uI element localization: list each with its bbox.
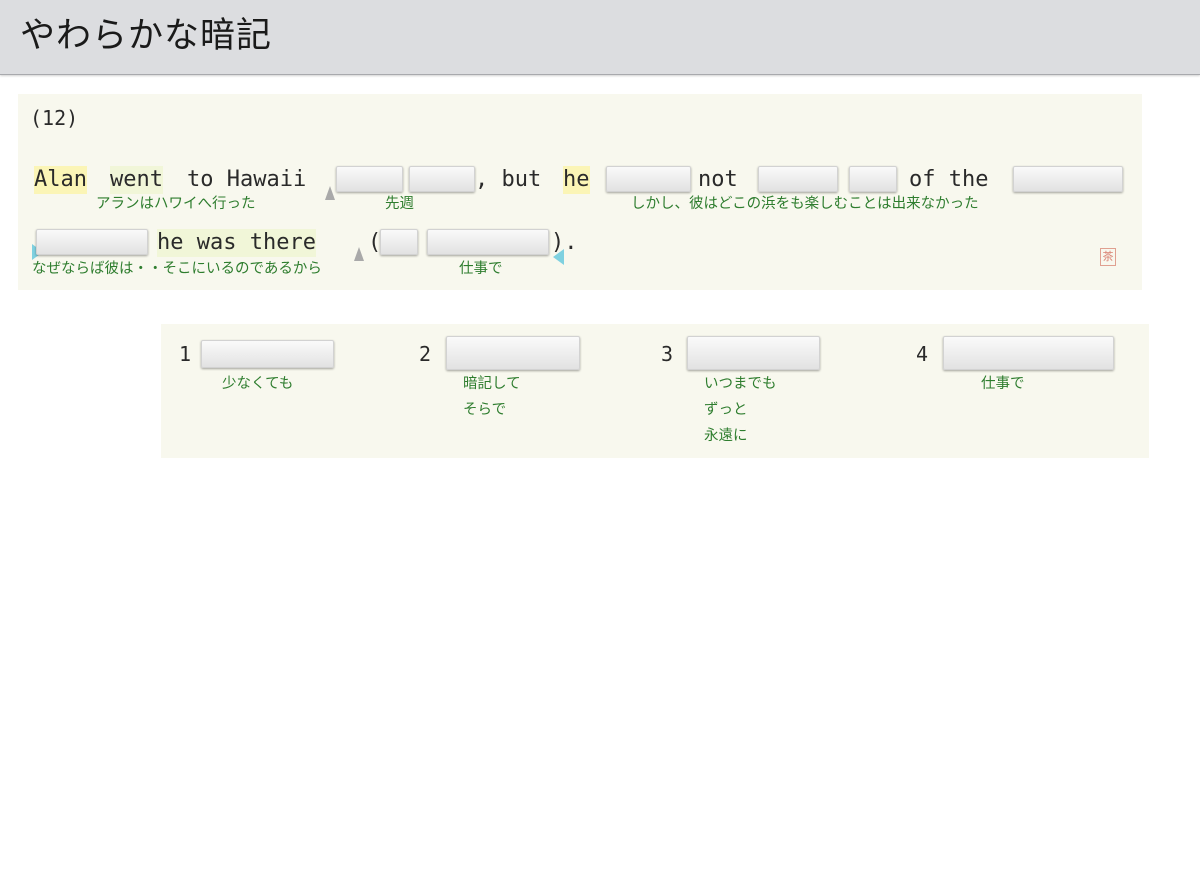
answer-slot-1[interactable] bbox=[201, 340, 334, 368]
gloss-last-week: 先週 bbox=[385, 196, 414, 212]
insert-marker-icon bbox=[325, 186, 335, 200]
word-to-hawaii[interactable]: to Hawaii bbox=[187, 166, 306, 194]
word-he-was-there[interactable]: he was there bbox=[157, 229, 316, 257]
word-of-the[interactable]: of the bbox=[909, 166, 988, 194]
blank-slot-4[interactable] bbox=[758, 166, 838, 192]
answer-number-4: 4 bbox=[916, 342, 929, 366]
word-went[interactable]: went bbox=[110, 166, 163, 194]
answer-panel: 1 少なくても 2 暗記して そらで 3 いつまでも ずっと 永遠に 4 仕事で bbox=[161, 324, 1149, 458]
blank-slot-6[interactable] bbox=[1013, 166, 1123, 192]
answer-slot-3[interactable] bbox=[687, 336, 820, 370]
word-not[interactable]: not bbox=[698, 166, 738, 194]
blank-slot-2[interactable] bbox=[409, 166, 475, 192]
answer-2-option-2: そらで bbox=[463, 402, 507, 418]
range-end-marker-icon bbox=[553, 249, 564, 265]
gloss-alan-went: アランはハワイへ行った bbox=[96, 196, 256, 212]
question-panel: (12) Alan went to Hawaii , but he not of… bbox=[18, 94, 1142, 290]
gloss-because: なぜならば彼は・・そこにいるのであるから bbox=[32, 261, 322, 277]
answer-3-option-1: いつまでも bbox=[704, 376, 777, 392]
answer-number-3: 3 bbox=[661, 342, 674, 366]
answer-3-option-3: 永遠に bbox=[704, 428, 748, 444]
word-alan[interactable]: Alan bbox=[34, 166, 87, 194]
word-but[interactable]: , but bbox=[475, 166, 541, 194]
seal-icon: 茶 bbox=[1100, 248, 1116, 266]
blank-slot-8[interactable] bbox=[380, 229, 418, 255]
answer-2-option-1: 暗記して bbox=[463, 376, 521, 392]
blank-slot-9[interactable] bbox=[427, 229, 549, 255]
blank-slot-1[interactable] bbox=[336, 166, 403, 192]
answer-slot-2[interactable] bbox=[446, 336, 580, 370]
blank-slot-7[interactable] bbox=[36, 229, 148, 255]
answer-4-option-1: 仕事で bbox=[981, 376, 1025, 392]
answer-slot-4[interactable] bbox=[943, 336, 1114, 370]
gloss-at-work: 仕事で bbox=[459, 261, 503, 277]
answer-number-1: 1 bbox=[179, 342, 192, 366]
app-title: やわらかな暗記 bbox=[20, 16, 273, 56]
answer-number-2: 2 bbox=[419, 342, 432, 366]
insert-marker-icon-2 bbox=[354, 247, 364, 261]
app-header: やわらかな暗記 bbox=[0, 0, 1200, 75]
question-number: (12) bbox=[30, 106, 79, 130]
answer-3-option-2: ずっと bbox=[704, 402, 748, 418]
blank-slot-5[interactable] bbox=[849, 166, 897, 192]
answer-1-option-1: 少なくても bbox=[222, 376, 294, 392]
gloss-but-he: しかし、彼はどこの浜をも楽しむことは出来なかった bbox=[631, 196, 979, 212]
word-he[interactable]: he bbox=[563, 166, 590, 194]
blank-slot-3[interactable] bbox=[606, 166, 691, 192]
